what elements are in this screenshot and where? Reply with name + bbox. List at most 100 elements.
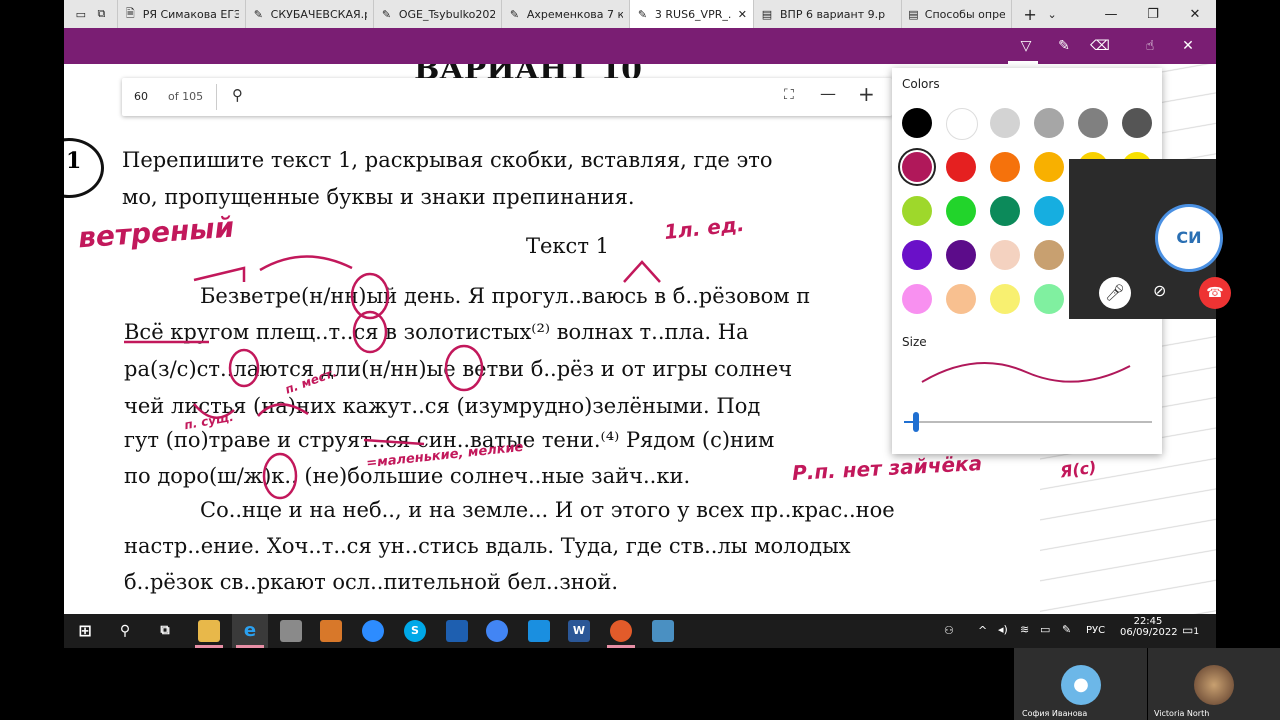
- divider: [216, 84, 217, 110]
- chrome-icon[interactable]: [486, 620, 508, 642]
- calculator-icon[interactable]: [280, 620, 302, 642]
- taskbar: ⊞ ⚲ ⧉ e S W ⚇ ^ ◂) ≋ ▭ ✎ РУС 22:45 06/09…: [64, 614, 1216, 648]
- tab-2[interactable]: ✎ СКУБАЧЕВСКАЯ.рс: [246, 0, 374, 28]
- maximize-icon[interactable]: ❐: [1132, 7, 1174, 22]
- tab-1[interactable]: 🗎 РЯ Симакова ЕГЭ :: [118, 0, 246, 28]
- pdf-toolbar: ▽ ✎ ⌫ ☝ ✕: [64, 28, 1216, 64]
- color-swatch[interactable]: [946, 284, 976, 314]
- chevron-up-icon[interactable]: ^: [978, 624, 987, 637]
- color-swatch[interactable]: [946, 152, 976, 182]
- tab-aside-icon[interactable]: ⧉: [97, 7, 105, 21]
- skype-icon[interactable]: S: [404, 620, 426, 642]
- page-number-input[interactable]: 60: [134, 90, 148, 103]
- color-swatch[interactable]: [946, 240, 976, 270]
- task-view-icon[interactable]: ⧉: [154, 620, 176, 642]
- chrome-profile-icon[interactable]: [610, 620, 632, 642]
- minimize-icon[interactable]: —: [1090, 7, 1132, 22]
- size-slider-track[interactable]: [904, 421, 1152, 423]
- color-swatch[interactable]: [1034, 240, 1064, 270]
- clock[interactable]: 22:45 06/09/2022: [1120, 616, 1178, 638]
- fit-page-icon[interactable]: ⛶: [784, 87, 794, 103]
- tab-active[interactable]: ✎ 3 RUS6_VPR_.p ✕: [630, 0, 754, 28]
- close-tab-icon[interactable]: ✕: [738, 8, 747, 21]
- tab-6[interactable]: ▤ ВПР 6 вариант 9.р: [754, 0, 902, 28]
- eraser-icon[interactable]: ⌫: [1090, 36, 1110, 56]
- zoom-in-icon[interactable]: +: [858, 82, 875, 106]
- color-swatch[interactable]: [946, 196, 976, 226]
- avatar-initials: СИ: [1176, 228, 1202, 247]
- color-swatch[interactable]: [902, 196, 932, 226]
- word-icon[interactable]: W: [568, 620, 590, 642]
- color-swatch[interactable]: [990, 152, 1020, 182]
- volume-icon[interactable]: ◂): [998, 623, 1008, 636]
- color-swatch[interactable]: [1034, 152, 1064, 182]
- color-swatch[interactable]: [902, 152, 932, 182]
- color-swatch[interactable]: [990, 108, 1020, 138]
- window-controls: — ❐ ✕: [1090, 7, 1216, 22]
- draw-icon[interactable]: ▽: [1016, 36, 1036, 56]
- zoom-icon[interactable]: [362, 620, 384, 642]
- tab-4[interactable]: ✎ Ахременкова 7 кл: [502, 0, 630, 28]
- document-icon: 🗎: [125, 6, 135, 20]
- participant-tile-1: ● София Иванова: [1014, 648, 1147, 720]
- user-avatar-icon: ●: [1061, 665, 1101, 705]
- color-swatch[interactable]: [1078, 108, 1108, 138]
- color-swatch[interactable]: [990, 284, 1020, 314]
- participant-name-1: София Иванова: [1022, 709, 1088, 718]
- tab-actions[interactable]: ▭ ⧉: [64, 0, 118, 28]
- search-icon[interactable]: ⚲: [232, 86, 243, 104]
- wifi-icon[interactable]: ≋: [1020, 623, 1029, 636]
- people-icon[interactable]: ⚇: [944, 624, 954, 637]
- windows-start-icon[interactable]: ⊞: [74, 620, 96, 642]
- edit-icon: ✎: [509, 7, 520, 21]
- tab-3[interactable]: ✎ OGE_Tsybulko2020: [374, 0, 502, 28]
- clock-date: 06/09/2022: [1120, 627, 1178, 638]
- whiteboard-icon[interactable]: [446, 620, 468, 642]
- participant-photo: [1194, 665, 1234, 705]
- close-toolbar-icon[interactable]: ✕: [1178, 36, 1198, 56]
- edge-icon[interactable]: e: [239, 620, 261, 642]
- new-tab-icon[interactable]: +: [1023, 5, 1036, 24]
- calendar-icon[interactable]: [528, 620, 550, 642]
- pen-icon[interactable]: ✎: [1062, 623, 1071, 636]
- participant-tile-2: Victoria North: [1148, 648, 1280, 720]
- color-swatch[interactable]: [990, 196, 1020, 226]
- tab-preview-icon[interactable]: ▭: [76, 8, 86, 21]
- camera-off-icon[interactable]: ⊘: [1153, 281, 1166, 300]
- color-swatch[interactable]: [946, 108, 978, 140]
- size-preview-stroke: [921, 362, 1131, 383]
- search-taskbar-icon[interactable]: ⚲: [114, 620, 136, 642]
- ink-annotation-margin: Я(с): [1058, 457, 1098, 482]
- tab-new[interactable]: + ⌄: [1012, 0, 1068, 28]
- running-indicator: [195, 645, 223, 648]
- notification-icon[interactable]: ▭1: [1182, 623, 1199, 637]
- battery-icon[interactable]: ▭: [1040, 623, 1050, 636]
- chevron-down-icon[interactable]: ⌄: [1047, 8, 1056, 21]
- browser-tab-bar: ▭ ⧉ 🗎 РЯ Симакова ЕГЭ : ✎ СКУБАЧЕВСКАЯ.рс …: [64, 0, 1216, 28]
- size-slider-thumb[interactable]: [913, 412, 919, 432]
- paint-icon[interactable]: [320, 620, 342, 642]
- color-swatch[interactable]: [902, 108, 932, 138]
- tab-7[interactable]: ▤Способы опред сг: [902, 0, 1012, 28]
- avatar: СИ: [1158, 207, 1220, 269]
- microphone-icon[interactable]: 🎤︎: [1099, 277, 1131, 309]
- zoom-out-icon[interactable]: —: [820, 84, 836, 103]
- page-total: of 105: [168, 90, 204, 103]
- color-swatch[interactable]: [1122, 108, 1152, 138]
- running-indicator: [236, 645, 264, 648]
- file-explorer-icon[interactable]: [198, 620, 220, 642]
- clock-time: 22:45: [1133, 616, 1163, 627]
- color-swatch[interactable]: [1034, 108, 1064, 138]
- close-window-icon[interactable]: ✕: [1174, 7, 1216, 22]
- color-swatch[interactable]: [1034, 284, 1064, 314]
- color-swatch[interactable]: [902, 240, 932, 270]
- pdf-icon: ▤: [908, 7, 919, 21]
- color-swatch[interactable]: [1034, 196, 1064, 226]
- touch-icon[interactable]: ☝: [1140, 36, 1160, 56]
- highlight-icon[interactable]: ✎: [1054, 36, 1074, 56]
- hang-up-icon[interactable]: ☎: [1199, 277, 1231, 309]
- color-swatch[interactable]: [990, 240, 1020, 270]
- color-swatch[interactable]: [902, 284, 932, 314]
- language-indicator[interactable]: РУС: [1086, 625, 1105, 636]
- photos-icon[interactable]: [652, 620, 674, 642]
